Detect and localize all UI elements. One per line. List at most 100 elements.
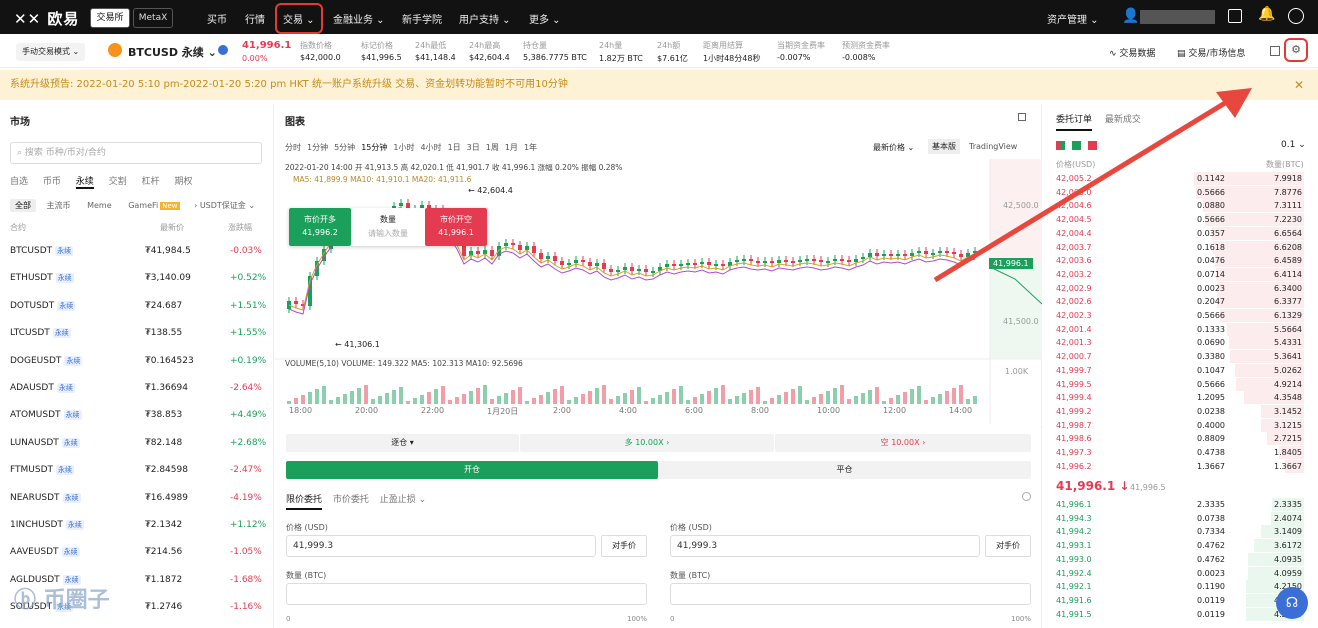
filter-mainstream[interactable]: 主流币 [47,201,71,210]
interval-8[interactable]: 1周 [486,143,499,152]
support-chat-icon[interactable]: ☊ [1276,587,1308,619]
bid-row[interactable]: 41,992.1 0.1190 4.2150 [1044,580,1314,594]
interval-2[interactable]: 5分钟 [334,143,355,152]
trade-mode-select[interactable]: 手动交易模式 ⌄ [16,43,86,61]
filter-all[interactable]: 全部 [10,199,36,212]
market-tab-options[interactable]: 期权 [174,177,192,187]
trade-data-link[interactable]: ∿ 交易数据 [1109,46,1155,59]
nav-academy[interactable]: 新手学院 [402,11,442,26]
market-row[interactable]: DOTUSDT 永续 ₮24.687 +1.51% [10,300,266,321]
market-tab-spot[interactable]: 币币 [43,177,61,187]
bid-row[interactable]: 41,991.6 0.0119 4.2270 [1044,593,1314,607]
market-row[interactable]: LTCUSDT 永续 ₮138.55 +1.55% [10,328,266,348]
long-price-input[interactable]: 41,999.3 [286,535,596,557]
nav-more[interactable]: 更多 ⌄ [529,11,561,26]
long-leverage-button[interactable]: 多 10.00X › [520,434,774,452]
tab-tp-sl[interactable]: 止盈止损 ⌄ [380,495,426,505]
market-info-link[interactable]: ▤ 交易/市场信息 [1177,46,1245,59]
market-short-button[interactable]: 市价开空 41,996.1 [425,208,487,246]
tab-metax[interactable]: MetaX [133,8,173,28]
market-row[interactable]: AAVEUSDT 永续 ₮214.56 -1.05% [10,547,265,567]
bid-row[interactable]: 41,991.5 0.0119 4.2270 [1044,607,1314,621]
nav-support[interactable]: 用户支持 ⌄ [459,11,511,26]
ask-row[interactable]: 42,002.3 0.5666 6.1329 [1044,309,1314,322]
download-icon[interactable] [1228,9,1242,23]
okx-logo[interactable]: ✕✕ 欧易 [14,8,79,29]
tab-market-order[interactable]: 市价委托 [333,495,369,505]
bell-icon[interactable]: 🔔 [1258,6,1275,22]
interval-0[interactable]: 分时 [285,143,301,152]
ask-row[interactable]: 42,001.3 0.0690 5.4331 [1044,336,1314,350]
market-row[interactable]: ADAUSDT 永续 ₮1.36694 -2.64% [10,383,265,403]
interval-7[interactable]: 3日 [467,143,480,152]
short-counterparty-button[interactable]: 对手价 [985,535,1031,557]
nav-markets[interactable]: 行情 [245,11,265,26]
interval-4[interactable]: 1小时 [393,143,414,152]
globe-icon[interactable] [1288,8,1304,24]
short-price-input[interactable]: 41,999.3 [670,535,980,557]
close-position-tab[interactable]: 平仓 [658,461,1031,479]
filter-usdt-margin[interactable]: › USDT保证金 ⌄ [194,201,255,210]
market-row[interactable]: ATOMUSDT 永续 ₮38.853 +4.49% [10,410,266,430]
interval-6[interactable]: 1日 [448,143,461,152]
pair-selector[interactable]: BTCUSD 永续 ⌄ [128,44,217,60]
short-leverage-button[interactable]: 空 10.00X › [775,434,1031,452]
long-counterparty-button[interactable]: 对手价 [601,535,647,557]
bid-row[interactable]: 41,996.1 2.3335 2.3335 [1044,498,1314,511]
bid-row[interactable]: 41,993.1 0.4762 3.6172 [1044,539,1314,553]
bid-row[interactable]: 41,992.4 0.0023 4.0959 [1044,566,1314,580]
open-position-tab[interactable]: 开仓 [286,461,658,479]
market-tab-perpetual[interactable]: 永续 [75,177,94,189]
ask-row[interactable]: 41,998.7 0.4000 3.1215 [1044,418,1314,432]
short-qty-input[interactable] [670,583,1031,605]
nav-trade[interactable]: 交易 ⌄ [275,3,323,34]
interval-5[interactable]: 4小时 [420,143,441,152]
market-row[interactable]: 1INCHUSDT 永续 ₮2.1342 +1.12% [10,520,266,540]
user-icon[interactable]: 👤 [1122,8,1139,24]
tab-limit-order[interactable]: 限价委托 [286,495,323,510]
market-row[interactable]: NEARUSDT 永续 ₮16.4989 -4.19% [10,492,265,513]
bid-row[interactable]: 41,994.2 0.7334 3.1409 [1044,525,1314,539]
nav-finance[interactable]: 金融业务 ⌄ [333,11,385,26]
tab-exchange[interactable]: 交易所 [90,8,130,28]
candlestick-chart[interactable] [275,159,1042,424]
price-type-select[interactable]: 最新价格 ⌄ [873,142,914,153]
nav-asset-management[interactable]: 资产管理 ⌄ [1047,11,1099,26]
market-row[interactable]: LUNAUSDT 永续 ₮82.148 +2.68% [10,437,266,458]
bid-row[interactable]: 41,993.0 0.4762 4.0935 [1044,552,1314,566]
filter-gamefi[interactable]: GameFi [128,201,158,210]
long-qty-input[interactable] [286,583,647,605]
market-search-input[interactable]: ⌕ 搜索 币种/币对/合约 [10,142,262,164]
layout-icon[interactable] [1270,46,1280,56]
market-row[interactable]: FTMUSDT 永续 ₮2.84598 -2.47% [10,465,265,485]
ask-row[interactable]: 42,000.7 0.3380 5.3641 [1044,350,1314,364]
close-icon[interactable]: ✕ [1294,70,1304,100]
market-tab-margin[interactable]: 杠杆 [142,177,160,187]
ask-row[interactable]: 41,997.3 0.4738 1.8405 [1044,446,1314,459]
price-step-select[interactable]: 0.1 ⌄ [1281,140,1306,150]
interval-1[interactable]: 1分钟 [307,143,328,152]
info-icon[interactable] [218,45,228,55]
bid-row[interactable]: 41,994.3 0.0738 2.4074 [1044,511,1314,525]
settings-gear-icon[interactable]: ⚙ [1284,38,1308,62]
market-tab-futures[interactable]: 交割 [109,177,127,187]
ask-row[interactable]: 41,999.4 1.2095 4.3548 [1044,391,1314,405]
interval-9[interactable]: 1月 [505,143,518,152]
market-tab-favorites[interactable]: 自选 [10,177,28,187]
market-row[interactable]: BTCUSDT 永续 ₮41,984.5 -0.03% [10,246,265,266]
ask-row[interactable]: 41,999.2 0.0238 3.1452 [1044,404,1314,418]
quick-qty-field[interactable]: 数量 请输入数量 [357,214,419,239]
ask-row[interactable]: 42,001.4 0.1333 5.5664 [1044,322,1314,336]
interval-3[interactable]: 15分钟 [361,143,387,152]
ask-row[interactable]: 41,996.2 1.3667 1.3667 [1044,459,1314,473]
margin-mode-select[interactable]: 逐仓 ▾ [286,434,519,452]
ask-row[interactable]: 41,998.6 0.8809 2.7215 [1044,432,1314,446]
filter-meme[interactable]: Meme [87,201,112,210]
market-row[interactable]: DOGEUSDT 永续 ₮0.164523 +0.19% [10,355,266,376]
ask-row[interactable]: 41,999.7 0.1047 5.0262 [1044,363,1314,377]
ask-row[interactable]: 41,999.5 0.5666 4.9214 [1044,377,1314,391]
help-icon[interactable] [1022,492,1031,501]
nav-buy-crypto[interactable]: 买币 [207,11,227,26]
interval-10[interactable]: 1年 [524,143,537,152]
ask-row[interactable]: 42,002.6 0.2047 6.3377 [1044,295,1314,309]
